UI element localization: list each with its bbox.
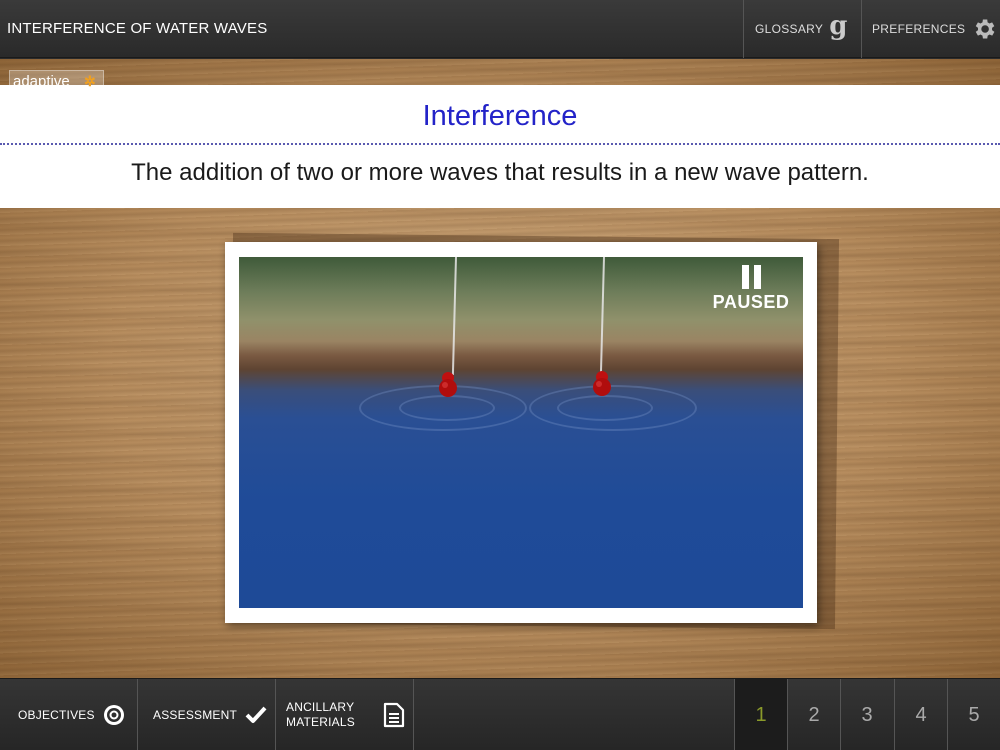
- gear-icon: [976, 19, 995, 39]
- content-stage: Interference The addition of two or more…: [0, 59, 1000, 678]
- ancillary-label-line1: ANCILLARY: [286, 700, 355, 714]
- preferences-label: PREFERENCES: [872, 22, 966, 36]
- logo-line2: curriculum: [13, 89, 83, 106]
- water-scene[interactable]: PAUSED: [239, 257, 803, 608]
- logo-mark-icon: ✲: [84, 73, 96, 89]
- bob-right-icon: [593, 371, 611, 396]
- definition-card: Interference The addition of two or more…: [0, 85, 1000, 208]
- glossary-button[interactable]: GLOSSARY g: [743, 0, 861, 58]
- preferences-button[interactable]: PREFERENCES: [861, 0, 1000, 58]
- definition-text: The addition of two or more waves that r…: [131, 159, 869, 186]
- ripple-left-inner: [399, 395, 495, 421]
- page-title: Interference: [422, 100, 578, 132]
- paused-indicator[interactable]: PAUSED: [709, 265, 793, 313]
- page-button-1[interactable]: 1: [734, 679, 787, 750]
- assessment-button[interactable]: ASSESSMENT: [138, 679, 276, 750]
- dotted-divider: [0, 143, 1000, 145]
- string-right: [599, 257, 605, 372]
- objectives-button[interactable]: OBJECTIVES: [0, 679, 138, 750]
- assessment-label: ASSESSMENT: [153, 708, 238, 722]
- page-button-5[interactable]: 5: [947, 679, 1000, 750]
- bob-left-icon: [439, 372, 457, 397]
- string-left: [451, 257, 457, 375]
- app-title: INTERFERENCE OF WATER WAVES: [7, 20, 268, 37]
- ancillary-label-line2: MATERIALS: [286, 715, 355, 729]
- page-button-4[interactable]: 4: [894, 679, 947, 750]
- top-bar: INTERFERENCE OF WATER WAVES GLOSSARY g P…: [0, 0, 1000, 58]
- pause-icon: [709, 265, 793, 289]
- objectives-label: OBJECTIVES: [18, 708, 95, 722]
- checkmark-icon: [245, 706, 267, 723]
- glossary-label: GLOSSARY: [755, 22, 824, 36]
- page-button-2[interactable]: 2: [787, 679, 840, 750]
- page-button-3[interactable]: 3: [840, 679, 893, 750]
- ancillary-materials-button[interactable]: ANCILLARY MATERIALS: [276, 679, 414, 750]
- adaptive-curriculum-logo: adaptive curriculum ✲: [9, 70, 104, 110]
- ripple-right-inner: [557, 395, 653, 421]
- glossary-icon: g: [829, 11, 848, 41]
- paused-label: PAUSED: [712, 292, 790, 312]
- animation-frame[interactable]: PAUSED: [225, 242, 817, 623]
- document-icon: [383, 702, 405, 728]
- target-icon: [103, 705, 124, 725]
- bottom-bar: OBJECTIVES ASSESSMENT ANCILLARY MATERIAL…: [0, 678, 1000, 750]
